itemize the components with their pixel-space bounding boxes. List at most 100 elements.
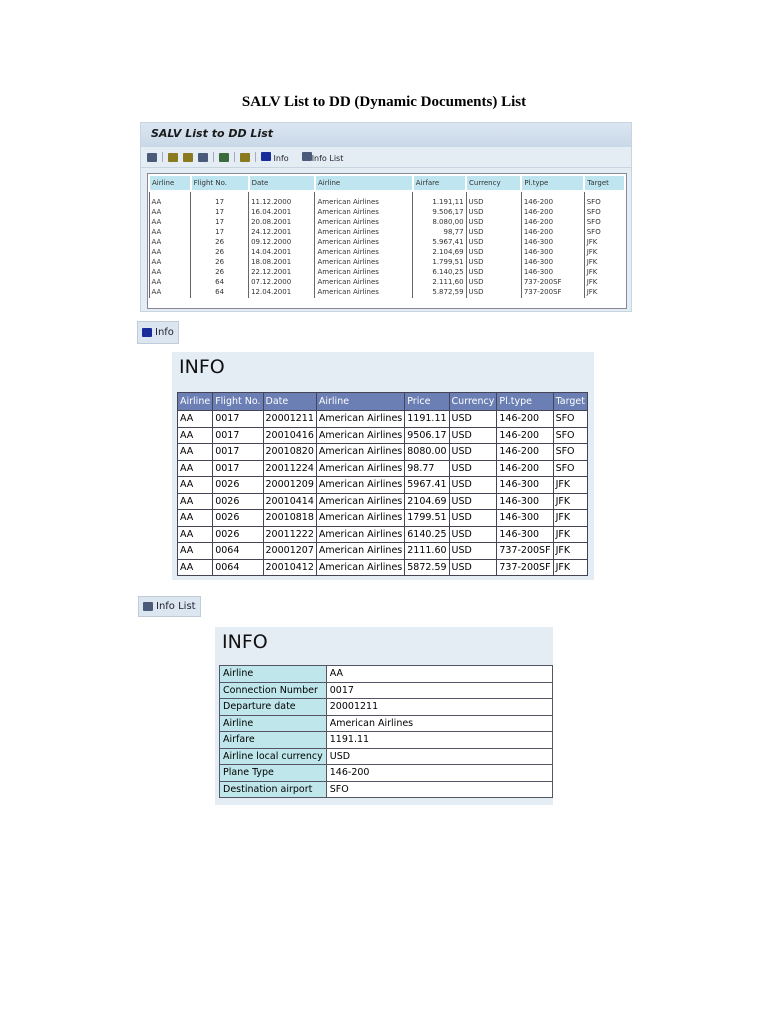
table-cell: USD (465, 218, 522, 228)
column-header[interactable]: Airfare (411, 174, 468, 192)
info-panel: INFO Airline Flight No. Date Airline Price Cu… (172, 352, 594, 580)
info-toolbar-button[interactable]: Info (261, 151, 289, 163)
separator (255, 152, 256, 162)
table-cell: American Airlines (314, 268, 413, 278)
table-cell: 20011224 (262, 459, 317, 477)
table-cell: AA (176, 459, 214, 477)
spacer-cell (190, 191, 249, 198)
field-value: 0017 (325, 681, 554, 699)
field-row: Airline American Airlines (219, 714, 554, 732)
table-cell: 09.12.2000 (248, 238, 315, 248)
table-cell: American Airlines (314, 258, 413, 268)
table-row[interactable]: AA 64 12.04.2001 American Airlines 5.872,59 U… (148, 288, 625, 298)
table-cell: JFK (552, 492, 588, 510)
table-cell: 20010416 (262, 426, 317, 444)
column-header: Target (552, 392, 588, 411)
table-icon (143, 602, 153, 611)
column-header[interactable]: Airline (313, 174, 414, 192)
table-cell: 5.967,41 (412, 238, 467, 248)
column-header: Date (262, 392, 317, 411)
table-row: AA 0017 20011224 American Airlines 98.77 USD 1… (176, 459, 588, 477)
table-cell: 26 (190, 268, 249, 278)
filter-icon[interactable] (198, 152, 208, 162)
field-row: Airline local currency USD (219, 747, 554, 765)
table-cell: JFK (552, 558, 588, 576)
table-cell: AA (176, 476, 214, 494)
table-cell: 24.12.2001 (248, 228, 315, 238)
info-list-panel: INFO Airline AA Connection Number 0017 Depar… (215, 627, 554, 805)
table-cell: JFK (552, 476, 588, 494)
field-row: Destination airport SFO (219, 780, 554, 798)
table-row[interactable]: AA 26 09.12.2000 American Airlines 5.967,41 U… (148, 238, 625, 248)
table-cell: 0026 (212, 525, 264, 543)
column-header[interactable]: Date (247, 174, 316, 192)
table-row: AA 0026 20010818 American Airlines 1799.51 US… (176, 509, 588, 527)
table-cell: USD (448, 492, 498, 510)
table-cell: USD (448, 410, 498, 428)
table-cell: AA (148, 208, 191, 218)
table-row[interactable]: AA 17 20.08.2001 American Airlines 8.080,00 U… (148, 218, 625, 228)
table-row[interactable]: AA 17 24.12.2001 American Airlines 98,77 USD 1… (148, 228, 625, 238)
table-cell: JFK (583, 288, 625, 298)
table-cell: 20010818 (262, 509, 317, 527)
table-cell: USD (448, 459, 498, 477)
sum-icon[interactable] (219, 152, 229, 162)
table-cell: 146-200 (496, 426, 554, 444)
table-cell: USD (465, 198, 522, 208)
table-cell: USD (465, 278, 522, 288)
sort-ascending-icon[interactable] (168, 152, 178, 162)
table-cell: American Airlines (314, 218, 413, 228)
table-cell: JFK (583, 248, 625, 258)
spacer-row (148, 191, 625, 198)
table-cell: 146-200 (496, 443, 554, 461)
table-cell: 1.799,51 (412, 258, 467, 268)
table-cell: 0017 (212, 426, 264, 444)
info-list-toolbar-button[interactable]: Info List (301, 151, 343, 163)
info-button[interactable]: Info (137, 321, 179, 344)
table-cell: 146-300 (520, 258, 585, 268)
table-cell: American Airlines (315, 525, 406, 543)
table-cell: 0017 (212, 443, 264, 461)
table-row[interactable]: AA 17 16.04.2001 American Airlines 9.506,17 U… (148, 208, 625, 218)
table-cell: 2.104,69 (412, 248, 467, 258)
table-row[interactable]: AA 64 07.12.2000 American Airlines 2.111,60 U… (148, 278, 625, 288)
table-cell: American Airlines (314, 248, 413, 258)
table-cell: 17 (190, 208, 249, 218)
layout-icon[interactable] (240, 152, 250, 162)
column-header[interactable]: Pl.type (520, 174, 586, 192)
table-cell: SFO (583, 208, 625, 218)
table-cell: 20001207 (262, 542, 317, 560)
field-value: AA (325, 665, 554, 683)
page-title: SALV List to DD (Dynamic Documents) List (241, 94, 527, 110)
table-cell: 14.04.2001 (248, 248, 315, 258)
table-cell: USD (448, 509, 498, 527)
table-cell: USD (465, 208, 522, 218)
table-row[interactable]: AA 26 18.08.2001 American Airlines 1.799,51 U… (148, 258, 625, 268)
info-list-button-label: Info List (156, 601, 196, 612)
table-row[interactable]: AA 17 11.12.2000 American Airlines 1.191,11 U… (148, 198, 625, 208)
column-header[interactable]: Flight No. (189, 174, 250, 192)
table-cell: 17 (190, 228, 249, 238)
table-cell: 1799.51 (404, 509, 450, 527)
table-cell: 5872.59 (404, 558, 450, 576)
table-cell: AA (148, 288, 191, 298)
table-row[interactable]: AA 26 22.12.2001 American Airlines 6.140,25 U… (148, 268, 625, 278)
table-cell: USD (448, 426, 498, 444)
field-row: Airfare 1191.11 (219, 731, 554, 749)
table-cell: 26 (190, 238, 249, 248)
field-value: USD (325, 747, 554, 765)
column-header[interactable]: Target (583, 174, 626, 192)
field-label: Departure date (219, 698, 327, 716)
column-header[interactable]: Airline (148, 174, 192, 192)
column-header[interactable]: Currency (465, 174, 523, 192)
info-list-button[interactable]: Info List (138, 596, 201, 617)
field-label: Connection Number (219, 681, 327, 699)
table-cell: JFK (552, 542, 588, 560)
spacer-cell (412, 191, 467, 198)
table-cell: 18.08.2001 (248, 258, 315, 268)
sort-descending-icon[interactable] (183, 152, 193, 162)
table-row[interactable]: AA 26 14.04.2001 American Airlines 2.104,69 U… (148, 248, 625, 258)
table-cell: 20001209 (262, 476, 317, 494)
details-icon[interactable] (147, 152, 157, 162)
field-value: 146-200 (325, 764, 554, 782)
